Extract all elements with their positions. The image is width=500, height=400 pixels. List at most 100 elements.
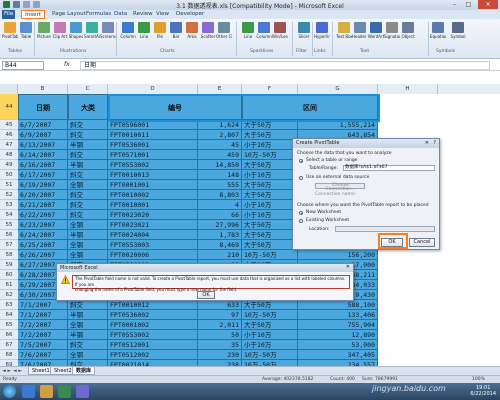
col-header-h[interactable]: H [378,84,438,94]
quantity-cell[interactable]: 148 [198,170,242,180]
row-number[interactable]: 61 [0,280,18,290]
category-cell[interactable]: 全钢 [68,320,108,330]
existing-worksheet-radio[interactable] [299,219,303,223]
col-header-b[interactable]: B [18,84,68,94]
range-cell[interactable]: 小于10万 [242,140,298,150]
category-cell[interactable]: 斜交 [68,210,108,220]
date-cell[interactable]: 6/22/2007 [18,210,68,220]
header-footer-button[interactable]: Header & Footer [352,22,368,46]
range-cell[interactable]: 小于10万 [242,210,298,220]
row-number[interactable]: 45 [0,120,18,130]
quantity-cell[interactable]: 8,469 [198,240,242,250]
wordart-button[interactable]: WordArt [368,22,384,46]
quantity-cell[interactable]: 50 [198,330,242,340]
sheet-nav-icon[interactable]: ◄ ► ◄ ► [2,368,22,374]
smartart-button[interactable]: SmartArt [84,22,100,46]
tab-data[interactable]: Data [112,10,129,19]
date-cell[interactable]: 6/7/2007 [18,120,68,130]
col-header-e[interactable]: E [198,84,242,94]
category-cell[interactable]: 斜交 [68,150,108,160]
date-cell[interactable]: 6/16/2007 [18,160,68,170]
error-ok-button[interactable]: OK [197,291,215,299]
screenshot-button[interactable]: Screenshot [100,22,116,46]
quantity-cell[interactable]: 45 [198,140,242,150]
amount-cell[interactable]: 133,406 [298,310,378,320]
row-number[interactable]: 53 [0,200,18,210]
text-box-button[interactable]: Text Box [336,22,352,46]
quantity-cell[interactable]: 35 [198,340,242,350]
tab-page-layout[interactable]: Page Layout [50,10,88,19]
quantity-cell[interactable]: 66 [198,210,242,220]
date-cell[interactable]: 7/5/2007 [18,340,68,350]
tab-developer[interactable]: Developer [174,10,206,19]
date-cell[interactable]: 6/26/2007 [18,250,68,260]
pivottable-button[interactable]: PivotTable [2,22,18,46]
category-cell[interactable]: 全钢 [68,250,108,260]
row-number[interactable]: 44 [0,94,18,120]
object-button[interactable]: Object [400,22,416,46]
formula-input[interactable]: 日期 [80,61,490,70]
code-cell[interactable]: FPT0010012 [108,300,198,310]
range-cell[interactable]: 10万-50万 [242,150,298,160]
code-cell[interactable]: FPT0553003 [108,240,198,250]
row-number[interactable]: 68 [0,350,18,360]
amount-cell[interactable]: 347,405 [298,350,378,360]
range-cell[interactable]: 大于50万 [242,220,298,230]
category-cell[interactable]: 斜交 [68,190,108,200]
col-header-c[interactable]: C [68,84,108,94]
row-number[interactable]: 67 [0,340,18,350]
save-icon[interactable] [13,1,20,8]
row-number[interactable]: 55 [0,220,18,230]
row-number[interactable]: 46 [0,130,18,140]
date-cell[interactable]: 7/1/2007 [18,310,68,320]
range-cell[interactable]: 大于50万 [242,190,298,200]
range-cell[interactable]: 大于50万 [242,130,298,140]
other-charts-button[interactable]: Other Charts [216,22,232,46]
pie-chart-button[interactable]: Pie [152,22,168,46]
range-cell[interactable]: 大于50万 [242,230,298,240]
quantity-cell[interactable]: 14,850 [198,160,242,170]
amount-cell[interactable]: 12,890 [298,330,378,340]
app-taskbar-icon[interactable] [76,385,89,398]
category-cell[interactable]: 半钢 [68,140,108,150]
tab-file[interactable]: File [2,10,15,19]
range-cell[interactable]: 10万-50万 [242,350,298,360]
date-cell[interactable]: 6/13/2007 [18,140,68,150]
code-cell[interactable]: FPT0023021 [108,220,198,230]
code-cell[interactable]: FPT0571001 [108,150,198,160]
row-number[interactable]: 62 [0,290,18,300]
category-cell[interactable]: 斜交 [68,300,108,310]
row-number[interactable]: 56 [0,230,18,240]
row-number[interactable]: 50 [0,170,18,180]
category-cell[interactable]: 斜交 [68,340,108,350]
area-chart-button[interactable]: Area [184,22,200,46]
shapes-button[interactable]: Shapes [68,22,84,46]
amount-cell[interactable]: 53,000 [298,340,378,350]
hyperlink-button[interactable]: Hyperlink [314,22,330,46]
date-cell[interactable]: 7/6/2007 [18,350,68,360]
quantity-cell[interactable]: 4 [198,200,242,210]
redo-icon[interactable] [33,1,40,8]
equation-button[interactable]: Equation [430,22,446,46]
row-number[interactable]: 52 [0,190,18,200]
minimize-button[interactable]: – [448,0,461,9]
quantity-cell[interactable]: 2,807 [198,130,242,140]
start-button-icon[interactable] [3,385,16,398]
code-cell[interactable]: FPT0536002 [108,310,198,320]
row-number[interactable]: 65 [0,320,18,330]
dialog-help-icon[interactable]: ? [433,140,436,146]
row-number[interactable]: 47 [0,140,18,150]
error-close-icon[interactable]: ✕ [346,264,350,270]
date-cell[interactable]: 6/19/2007 [18,180,68,190]
maximize-button[interactable]: □ [462,0,475,9]
row-number[interactable]: 60 [0,270,18,280]
category-cell[interactable]: 半钢 [68,160,108,170]
code-cell[interactable]: FPT0023020 [108,210,198,220]
slicer-button[interactable]: Slicer [296,22,312,46]
clip-art-button[interactable]: Clip Art [52,22,68,46]
date-cell[interactable]: 6/14/2007 [18,150,68,160]
code-cell[interactable]: FPT0020006 [108,250,198,260]
range-cell[interactable]: 小于10万 [242,170,298,180]
clock[interactable]: 19:01 6/22/2014 [470,385,496,397]
range-cell[interactable]: 大于50万 [242,160,298,170]
